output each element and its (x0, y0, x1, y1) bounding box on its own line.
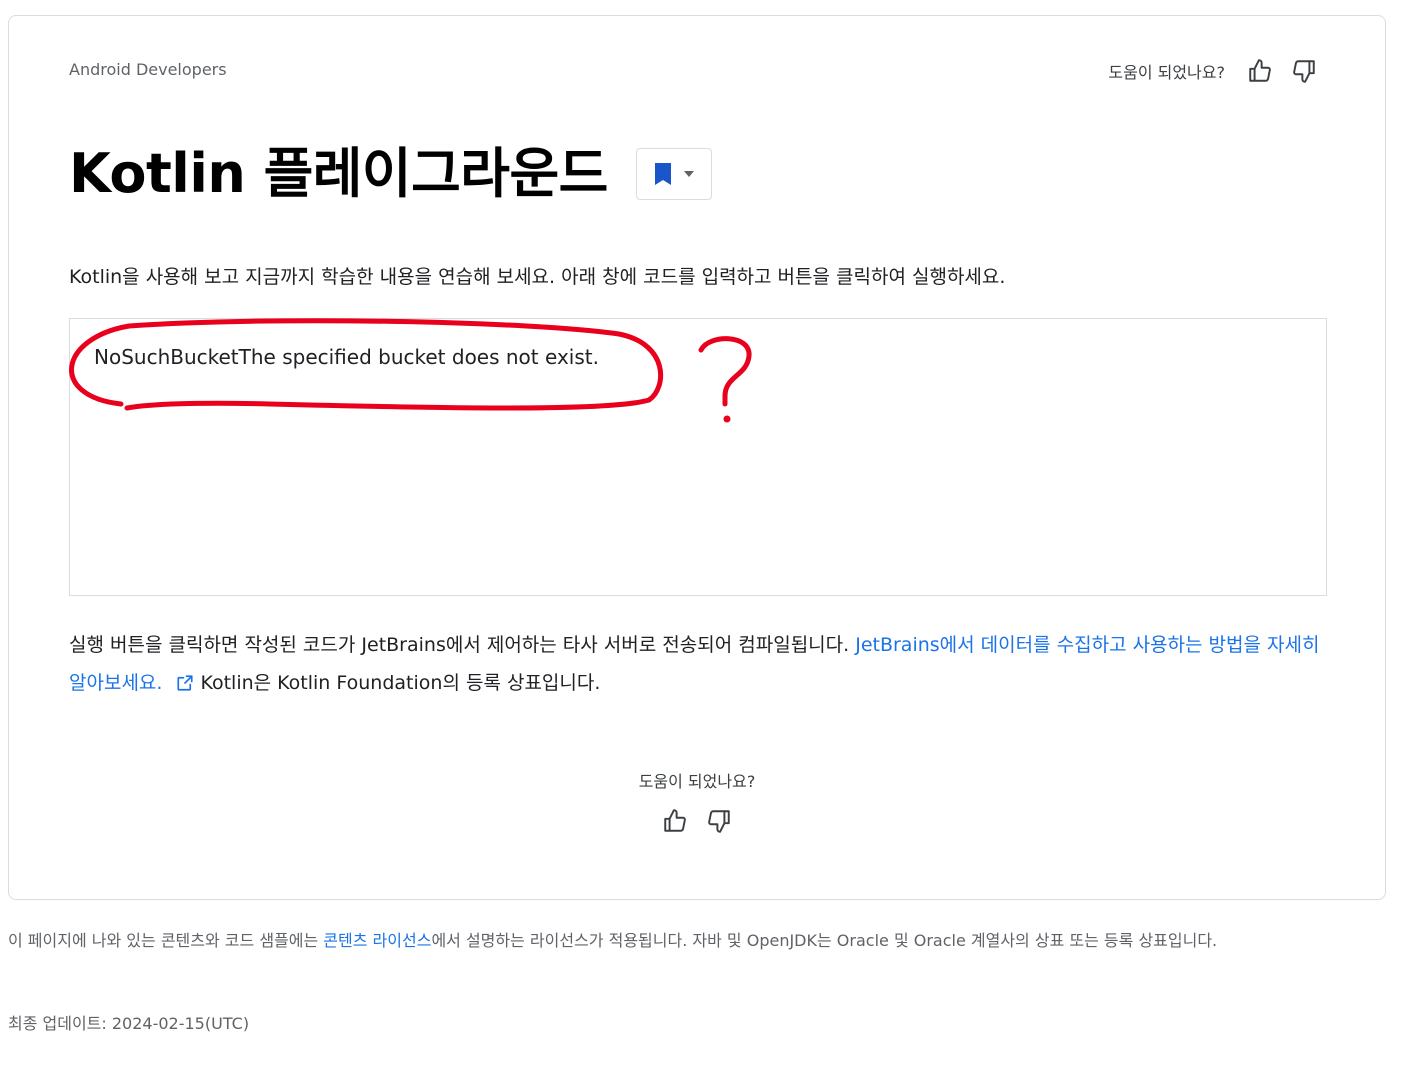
notice-text-1: 실행 버튼을 클릭하면 작성된 코드가 JetBrains에서 제어하는 타사 … (69, 634, 856, 656)
bookmark-button[interactable] (635, 148, 712, 200)
chevron-down-icon (683, 171, 694, 177)
last-updated: 최종 업데이트: 2024-02-15(UTC) (8, 1014, 250, 1033)
intro-text: Kotlin을 사용해 보고 지금까지 학습한 내용을 연습해 보세요. 아래 … (69, 266, 1006, 288)
external-link-icon[interactable] (176, 667, 194, 705)
helpful-question-bottom: 도움이 되었나요? (638, 772, 756, 791)
thumb-down-icon[interactable] (704, 806, 734, 836)
thumb-up-icon[interactable] (1245, 56, 1275, 86)
thumb-down-icon[interactable] (1289, 56, 1319, 86)
footer-license-text-1: 이 페이지에 나와 있는 콘텐츠와 코드 샘플에는 (8, 931, 324, 950)
thumb-up-icon[interactable] (660, 806, 690, 836)
breadcrumb[interactable]: Android Developers (69, 60, 227, 79)
helpful-bottom: 도움이 되었나요? (9, 768, 1385, 836)
playground-editor[interactable]: NoSuchBucketThe specified bucket does no… (69, 318, 1327, 596)
content-card: Android Developers 도움이 되었나요? Kotlin 플레이그… (8, 15, 1386, 900)
footer-license-text-2: 에서 설명하는 라이선스가 적용됩니다. 자바 및 OpenJDK는 Oracl… (431, 931, 1218, 950)
helpful-top: 도움이 되었나요? (1108, 56, 1319, 86)
content-license-link[interactable]: 콘텐츠 라이선스 (323, 931, 431, 950)
bookmark-icon (654, 163, 671, 185)
editor-output-text: NoSuchBucketThe specified bucket does no… (94, 345, 599, 369)
title-row: Kotlin 플레이그라운드 (69, 142, 712, 206)
page-title: Kotlin 플레이그라운드 (69, 142, 608, 205)
helpful-question-top: 도움이 되었나요? (1108, 63, 1225, 82)
footer-license: 이 페이지에 나와 있는 콘텐츠와 코드 샘플에는 콘텐츠 라이선스에서 설명하… (8, 926, 1388, 956)
notice-text: 실행 버튼을 클릭하면 작성된 코드가 JetBrains에서 제어하는 타사 … (69, 626, 1327, 705)
notice-text-2: Kotlin은 Kotlin Foundation의 등록 상표입니다. (200, 672, 601, 694)
helpful-bottom-thumbs (9, 806, 1385, 836)
